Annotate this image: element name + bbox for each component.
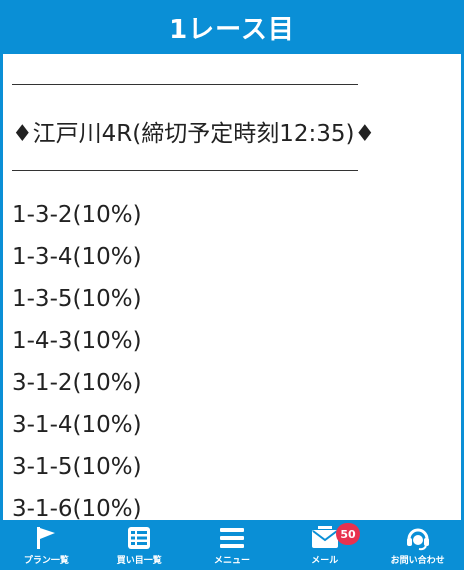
mail-count-badge: 50 [336,523,360,545]
app-frame: 1レース目 ♦江戸川4R(締切予定時刻12:35)♦ 1-3-2(10%) 1-… [0,0,464,570]
pick-item: 1-3-5(10%) [12,286,142,312]
headset-icon [403,524,433,552]
pick-item: 1-3-2(10%) [12,202,142,228]
flag-icon [31,524,61,552]
pick-item: 1-3-4(10%) [12,244,142,270]
page-header: 1レース目 [0,0,464,54]
hamburger-menu-icon [217,524,247,552]
mail-icon [310,524,340,552]
divider-top [12,84,358,85]
nav-label: 買い目一覧 [116,556,162,566]
pick-item: 1-4-3(10%) [12,328,142,354]
nav-plan-list[interactable]: プラン一覧 [0,520,93,570]
race-info: ♦江戸川4R(締切予定時刻12:35)♦ [12,121,376,147]
pick-item: 3-1-4(10%) [12,412,142,438]
pick-item: 3-1-6(10%) [12,496,142,521]
divider-bottom [12,170,358,171]
nav-label: プラン一覧 [23,556,69,566]
nav-menu[interactable]: メニュー [186,520,279,570]
nav-bet-list[interactable]: 買い目一覧 [93,520,186,570]
pick-item: 3-1-5(10%) [12,454,142,480]
list-icon [124,524,154,552]
bottom-nav: プラン一覧 買い目一覧 メニュー 50 メール お問い合わせ [0,520,464,570]
pick-item: 3-1-2(10%) [12,370,142,396]
nav-label: お問い合わせ [390,556,445,566]
main-content[interactable]: ♦江戸川4R(締切予定時刻12:35)♦ 1-3-2(10%) 1-3-4(10… [3,54,461,520]
nav-contact[interactable]: お問い合わせ [371,520,464,570]
page-title: 1レース目 [169,14,295,45]
nav-mail[interactable]: 50 メール [278,520,371,570]
nav-label: メール [311,556,339,566]
nav-label: メニュー [213,556,250,566]
